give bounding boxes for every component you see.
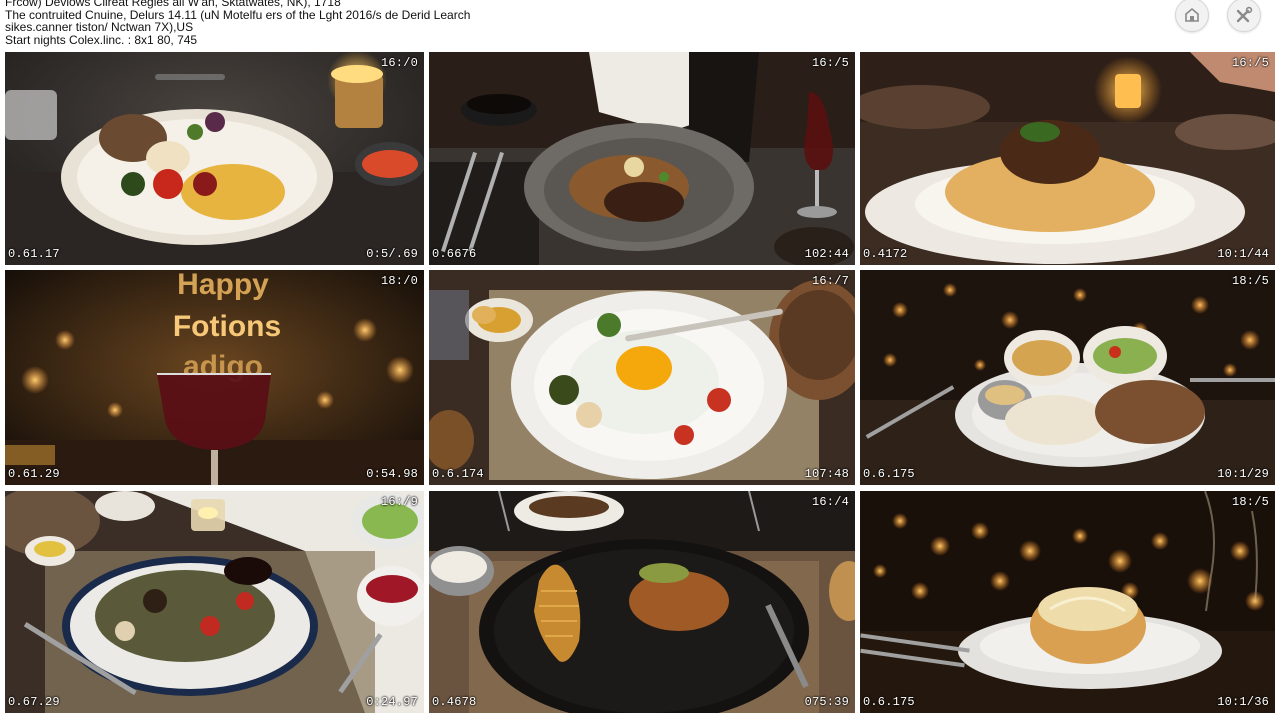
food-photo: [5, 491, 424, 713]
image-grid: 16:/0 0.61.17 0:5/.69 16:/5 0.6676 102:4…: [0, 0, 1280, 714]
video-thumbnail[interactable]: 18:/5 0.6.175 10:1/29: [860, 270, 1275, 485]
position-label: 0.61.17: [8, 247, 60, 261]
video-thumbnail[interactable]: 16:/0 0.61.17 0:5/.69: [5, 52, 424, 265]
timestamp-label: 16:/0: [380, 56, 418, 70]
duration-label: 102:44: [804, 247, 849, 261]
duration-label: 107:48: [804, 467, 849, 481]
video-thumbnail[interactable]: Happy Fotions adigo 18:/0 0.61.29 0:54.9…: [5, 270, 424, 485]
tools-button[interactable]: [1227, 0, 1261, 32]
food-photo: [5, 52, 424, 265]
timestamp-label: 16:/5: [1231, 56, 1269, 70]
food-photo: [860, 270, 1275, 485]
food-photo: [429, 52, 855, 265]
header-bar: Frcow) Devlows Clireat Regies all W'an, …: [0, 0, 1280, 50]
home-icon: [1185, 7, 1199, 22]
duration-label: 075:39: [804, 695, 849, 709]
timestamp-label: 18:/0: [380, 274, 418, 288]
duration-label: 0:54.98: [366, 467, 418, 481]
home-button[interactable]: [1175, 0, 1209, 32]
tools-icon: [1236, 6, 1253, 23]
food-photo: [860, 52, 1275, 265]
position-label: 0.67.29: [8, 695, 60, 709]
timestamp-label: 18:/5: [1231, 274, 1269, 288]
timestamp-label: 16:/9: [380, 495, 418, 509]
duration-label: 10:1/44: [1217, 247, 1269, 261]
position-label: 0.4172: [863, 247, 908, 261]
video-thumbnail[interactable]: 16:/5 0.6676 102:44: [429, 52, 855, 265]
position-label: 0.6.175: [863, 467, 915, 481]
position-label: 0.61.29: [8, 467, 60, 481]
position-label: 0.4678: [432, 695, 477, 709]
video-thumbnail[interactable]: 18:/5 0.6.175 10:1/36: [860, 491, 1275, 713]
food-photo: [429, 270, 855, 485]
position-label: 0.6676: [432, 247, 477, 261]
header-line-3: sikes.canner tiston/ Nctwan 7X),US: [5, 20, 194, 34]
timestamp-label: 16:/4: [811, 495, 849, 509]
video-thumbnail[interactable]: 16:/4 0.4678 075:39: [429, 491, 855, 713]
timestamp-label: 18:/5: [1231, 495, 1269, 509]
header-line-4: Start nights Colex.linc. : 8x1 80, 745: [5, 32, 198, 47]
restaurant-photo: Happy Fotions adigo: [5, 270, 424, 485]
video-thumbnail[interactable]: 16:/7 0.6.174 107:48: [429, 270, 855, 485]
header-text: Frcow) Devlows Clireat Regies all W'an, …: [5, 0, 470, 46]
timestamp-label: 16:/5: [811, 56, 849, 70]
position-label: 0.6.174: [432, 467, 484, 481]
food-photo: [860, 491, 1275, 713]
duration-label: 10:1/36: [1217, 695, 1269, 709]
video-thumbnail[interactable]: 16:/9 0.67.29 0:24.97: [5, 491, 424, 713]
sign-line-2: Fotions: [173, 310, 281, 343]
position-label: 0.6.175: [863, 695, 915, 709]
sign-line-1: Happy: [177, 270, 269, 301]
duration-label: 0:5/.69: [366, 247, 418, 261]
timestamp-label: 16:/7: [811, 274, 849, 288]
video-thumbnail[interactable]: 16:/5 0.4172 10:1/44: [860, 52, 1275, 265]
duration-label: 0:24.97: [366, 695, 418, 709]
food-photo: [429, 491, 855, 713]
duration-label: 10:1/29: [1217, 467, 1269, 481]
